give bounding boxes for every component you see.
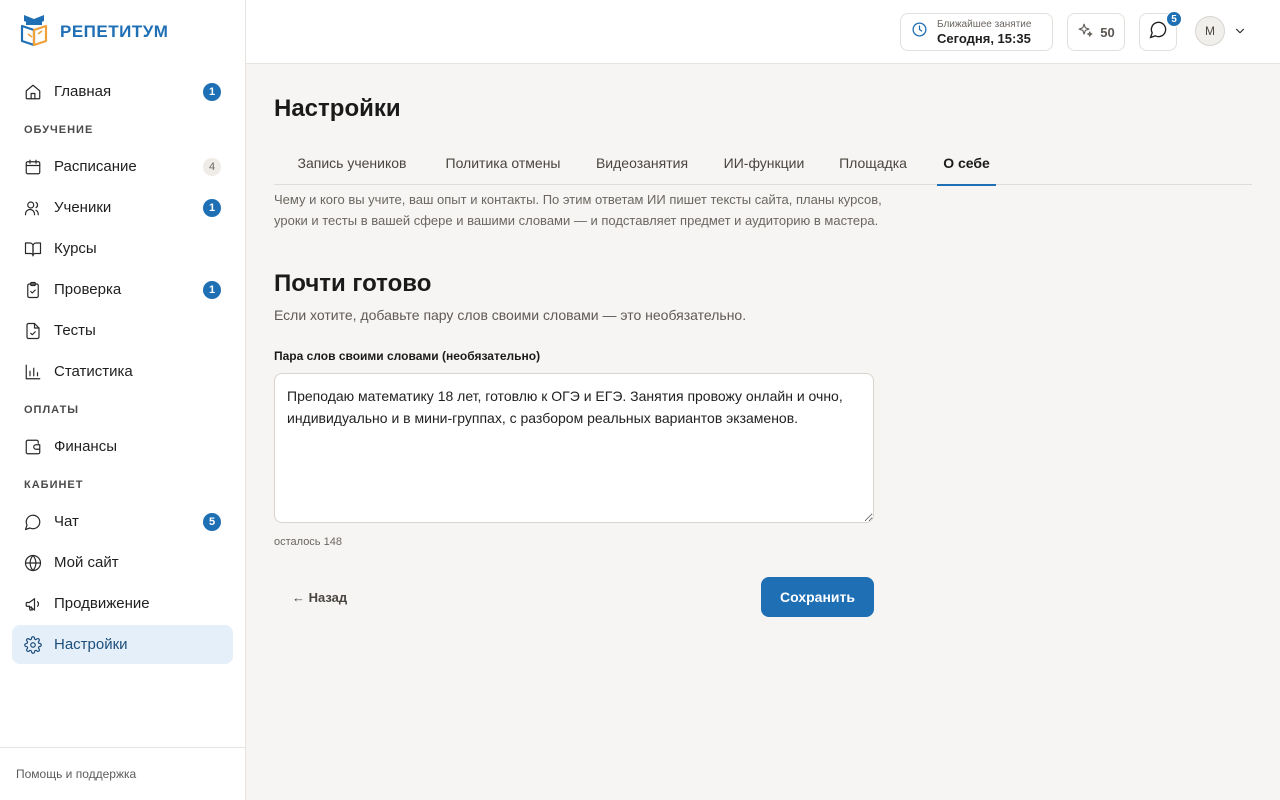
section-title-payments: ОПЛАТЫ: [24, 404, 80, 416]
sidebar-item-schedule[interactable]: Расписание 4: [12, 147, 233, 186]
sidebar-item-statistics[interactable]: Статистика: [12, 352, 233, 391]
sidebar-item-finance[interactable]: Финансы: [12, 427, 233, 466]
sidebar-item-badge: 5: [203, 512, 221, 531]
sidebar-item-badge: 1: [203, 280, 221, 299]
wallet-icon: [24, 438, 42, 456]
sidebar-item-label: Статистика: [54, 363, 133, 380]
tab-ai-features[interactable]: ИИ-функции: [716, 140, 812, 185]
about-field-label: Пара слов своими словами (необязательно): [274, 349, 541, 363]
tab-about-me[interactable]: О себе: [937, 140, 996, 186]
next-lesson-label: Ближайшее занятие: [937, 18, 1032, 30]
sidebar-item-settings[interactable]: Настройки: [12, 625, 233, 664]
save-button[interactable]: Сохранить: [761, 577, 874, 617]
clipboard-check-icon: [24, 281, 42, 299]
sidebar: РЕПЕТИТУМ Главная 1 ОБУЧЕНИЕ Расписание …: [0, 0, 246, 800]
help-support-link[interactable]: Помощь и поддержка: [0, 747, 245, 800]
sidebar-item-promotion[interactable]: Продвижение: [12, 584, 233, 623]
file-check-icon: [24, 322, 42, 340]
clock-icon: [911, 21, 928, 43]
tab-platform[interactable]: Площадка: [834, 140, 912, 185]
section-heading: Почти готово: [274, 270, 432, 297]
tab-cancellation-policy[interactable]: Политика отмены: [438, 140, 568, 185]
section-subheading: Если хотите, добавьте пару слов своими с…: [274, 307, 747, 323]
sidebar-nav: Главная 1 ОБУЧЕНИЕ Расписание 4 Ученики …: [12, 72, 233, 666]
sidebar-item-label: Продвижение: [54, 595, 150, 612]
sidebar-item-label: Чат: [54, 513, 79, 530]
logo-icon: [20, 13, 48, 52]
users-icon: [24, 199, 42, 217]
sparkles-icon: [1077, 22, 1100, 42]
ai-credits-count: 50: [1100, 24, 1115, 40]
home-icon: [24, 83, 42, 101]
page-title: Настройки: [274, 95, 401, 122]
ai-credits-button[interactable]: 50: [1067, 13, 1125, 51]
next-lesson-value: Сегодня, 15:35: [937, 30, 1031, 46]
sidebar-item-label: Настройки: [54, 636, 128, 653]
sidebar-item-home[interactable]: Главная 1: [12, 72, 233, 111]
intro-text: Чему и кого вы учите, ваш опыт и контакт…: [274, 192, 882, 228]
top-bar: Ближайшее занятие Сегодня, 15:35 50 5 М: [246, 0, 1280, 64]
sidebar-item-review[interactable]: Проверка 1: [12, 270, 233, 309]
sidebar-item-label: Проверка: [54, 281, 122, 298]
tab-video-lessons[interactable]: Видеозанятия: [590, 140, 694, 185]
bar-chart-icon: [24, 363, 42, 381]
sidebar-item-chat[interactable]: Чат 5: [12, 502, 233, 541]
sidebar-item-students[interactable]: Ученики 1: [12, 188, 233, 227]
next-lesson-widget[interactable]: Ближайшее занятие Сегодня, 15:35: [900, 13, 1053, 51]
sidebar-item-label: Ученики: [54, 199, 112, 216]
tab-student-signup[interactable]: Запись учеников: [288, 140, 416, 185]
avatar[interactable]: М: [1195, 16, 1225, 46]
chevron-down-icon[interactable]: [1233, 24, 1247, 38]
section-title-learning: ОБУЧЕНИЕ: [24, 124, 94, 136]
settings-tabs: Запись учеников Политика отмены Видеозан…: [274, 140, 1252, 186]
back-button[interactable]: ← Назад: [280, 583, 359, 611]
megaphone-icon: [24, 595, 42, 613]
sidebar-item-label: Курсы: [54, 240, 97, 257]
section-title-cabinet: КАБИНЕТ: [24, 479, 84, 491]
sidebar-item-label: Тесты: [54, 322, 96, 339]
sidebar-item-badge: 4: [203, 157, 221, 176]
sidebar-item-label: Мой сайт: [54, 554, 119, 571]
gear-icon: [24, 635, 42, 654]
sidebar-item-my-site[interactable]: Мой сайт: [12, 543, 233, 582]
logo-text: РЕПЕТИТУМ: [60, 22, 169, 41]
logo[interactable]: РЕПЕТИТУМ: [20, 14, 168, 50]
book-icon: [24, 240, 42, 258]
about-textarea[interactable]: Преподаю математику 18 лет, готовлю к ОГ…: [274, 373, 874, 523]
sidebar-item-label: Расписание: [54, 158, 137, 175]
sidebar-item-badge: 1: [203, 82, 221, 101]
chat-badge: 5: [1166, 11, 1182, 27]
calendar-icon: [24, 158, 42, 176]
chat-icon: [1149, 20, 1168, 44]
globe-icon: [24, 554, 42, 572]
sidebar-item-badge: 1: [203, 198, 221, 217]
chat-button[interactable]: 5: [1139, 11, 1182, 51]
sidebar-item-label: Главная: [54, 83, 112, 100]
sidebar-item-courses[interactable]: Курсы: [12, 229, 233, 268]
chat-icon: [24, 513, 42, 531]
sidebar-item-tests[interactable]: Тесты: [12, 311, 233, 350]
char-counter: осталось 148: [274, 536, 342, 548]
sidebar-item-label: Финансы: [54, 438, 117, 455]
